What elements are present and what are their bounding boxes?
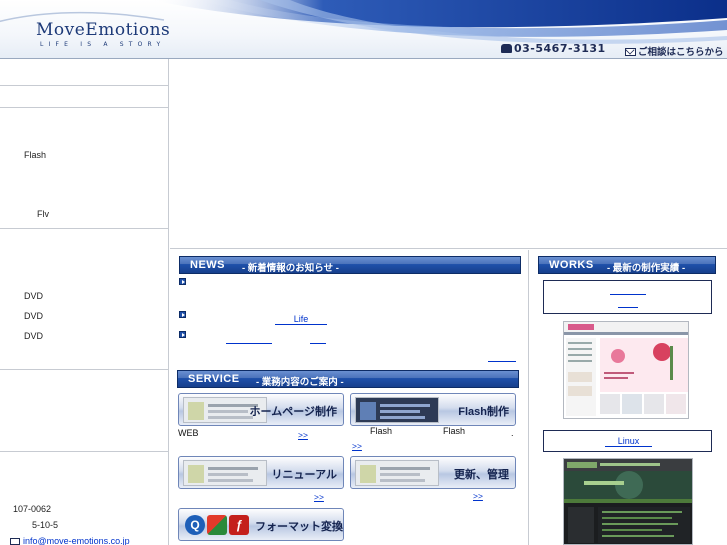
address-postal: 107-0062 <box>13 504 52 514</box>
works-heading-en: WORKS <box>549 259 594 271</box>
phone-number: 03-5467-3131 <box>501 42 606 55</box>
renewal-thumbnail <box>183 460 267 486</box>
works-screenshot-1[interactable] <box>563 321 689 419</box>
homepage-service-button[interactable]: ホームページ制作 <box>178 393 344 426</box>
works-item-box-2[interactable]: Linux <box>543 430 712 452</box>
flash-service-button[interactable]: Flash制作 <box>350 393 516 426</box>
sidebar-flash-label: Flash <box>24 150 47 160</box>
sidebar-row-4[interactable] <box>0 370 169 452</box>
news-heading-en: NEWS <box>190 259 225 271</box>
homepage-more-link[interactable]: >> <box>298 430 308 440</box>
works-screenshot-2[interactable] <box>563 458 693 545</box>
service-web-text: WEB <box>178 428 199 438</box>
quicktime-icon: Q <box>185 515 205 535</box>
logo-tagline: LIFE IS A STORY <box>40 41 166 48</box>
site-logo[interactable]: MoveEmotions LIFE IS A STORY <box>36 20 171 48</box>
renewal-more-link[interactable]: >> <box>314 492 324 502</box>
news-bullet-icon <box>179 278 186 285</box>
main-banner <box>170 59 727 249</box>
address-street: 5-10-5 <box>32 520 59 530</box>
sidebar-dvd-3: DVD <box>24 331 44 341</box>
news-item-link-b[interactable] <box>310 335 326 344</box>
contact-link[interactable]: ご相談はこちらから <box>625 44 724 58</box>
format-conversion-button[interactable]: Q ƒ フォーマット変換 <box>178 508 344 541</box>
flash-service-label: Flash制作 <box>458 406 509 418</box>
address-email-link[interactable]: info@move-emotions.co.jp <box>23 536 130 545</box>
update-service-label: 更新、管理 <box>454 469 509 481</box>
service-flash-text-1: Flash <box>370 426 393 436</box>
works-item-link-2[interactable] <box>618 307 638 308</box>
sidebar-flv-label: Flv <box>37 209 49 219</box>
news-heading: NEWS - 新着情報のお知らせ - <box>179 256 521 274</box>
sidebar-dvd-1: DVD <box>24 291 44 301</box>
works-item-linux-link[interactable]: Linux <box>605 436 652 447</box>
service-flash-text-2: Flash <box>443 426 466 436</box>
update-more-link[interactable]: >> <box>473 491 483 501</box>
works-screenshot-2-graphic <box>564 459 692 543</box>
renewal-service-button[interactable]: リニューアル <box>178 456 344 489</box>
sidebar-row-2[interactable] <box>0 86 169 108</box>
contact-label: ご相談はこちらから <box>638 47 724 58</box>
news-heading-jp: - 新着情報のお知らせ - <box>242 263 339 274</box>
news-more-link[interactable] <box>488 353 516 362</box>
sidebar-row-1[interactable] <box>0 59 169 86</box>
update-service-button[interactable]: 更新、管理 <box>350 456 516 489</box>
news-bullet-icon <box>179 331 186 338</box>
sidebar-row-dvd[interactable]: DVD DVD DVD <box>0 229 169 370</box>
logo-name: MoveEmotions <box>36 20 171 40</box>
news-bullet-icon <box>179 311 186 318</box>
works-heading: WORKS - 最新の制作実績 - <box>538 256 716 274</box>
service-dot-text: . <box>511 428 514 438</box>
left-sidebar: Flash Flv DVD DVD DVD 107-0062 5-10-5 in… <box>0 59 169 545</box>
works-item-box-1[interactable] <box>543 280 712 314</box>
service-heading: SERVICE - 業務内容のご案内 - <box>177 370 519 388</box>
works-heading-jp: - 最新の制作実績 - <box>607 263 686 274</box>
email-icon <box>10 538 20 545</box>
news-item-link-a[interactable] <box>226 335 272 344</box>
service-heading-en: SERVICE <box>188 373 240 385</box>
news-item-life-link[interactable]: Life <box>275 314 327 325</box>
renewal-service-label: リニューアル <box>271 469 337 481</box>
homepage-service-label: ホームページ制作 <box>249 406 337 418</box>
windows-media-icon <box>207 515 227 535</box>
format-conversion-label: フォーマット変換 <box>255 521 343 533</box>
works-item-link-1[interactable] <box>610 294 646 295</box>
works-item-linux-text: Linux <box>617 436 640 446</box>
works-screenshot-1-graphic <box>564 322 688 416</box>
sidebar-dvd-2: DVD <box>24 311 44 321</box>
service-heading-jp: - 業務内容のご案内 - <box>256 377 344 388</box>
address-email-line[interactable]: info@move-emotions.co.jp <box>10 536 130 545</box>
flash-more-link[interactable]: >> <box>352 441 362 451</box>
flash-f-icon: ƒ <box>229 515 249 535</box>
flash-thumbnail <box>355 397 439 423</box>
right-column: WORKS - 最新の制作実績 - Linux <box>530 250 727 545</box>
sidebar-row-flash[interactable]: Flash Flv <box>0 108 169 229</box>
center-column: NEWS - 新着情報のお知らせ - Life SERVICE - 業務内容のご… <box>170 250 529 545</box>
phone-text: 03-5467-3131 <box>514 42 606 55</box>
mail-icon <box>625 48 636 56</box>
update-thumbnail <box>355 460 439 486</box>
sidebar-row-5[interactable] <box>0 452 169 492</box>
site-header: MoveEmotions LIFE IS A STORY 03-5467-313… <box>0 0 727 59</box>
phone-icon <box>501 44 512 53</box>
